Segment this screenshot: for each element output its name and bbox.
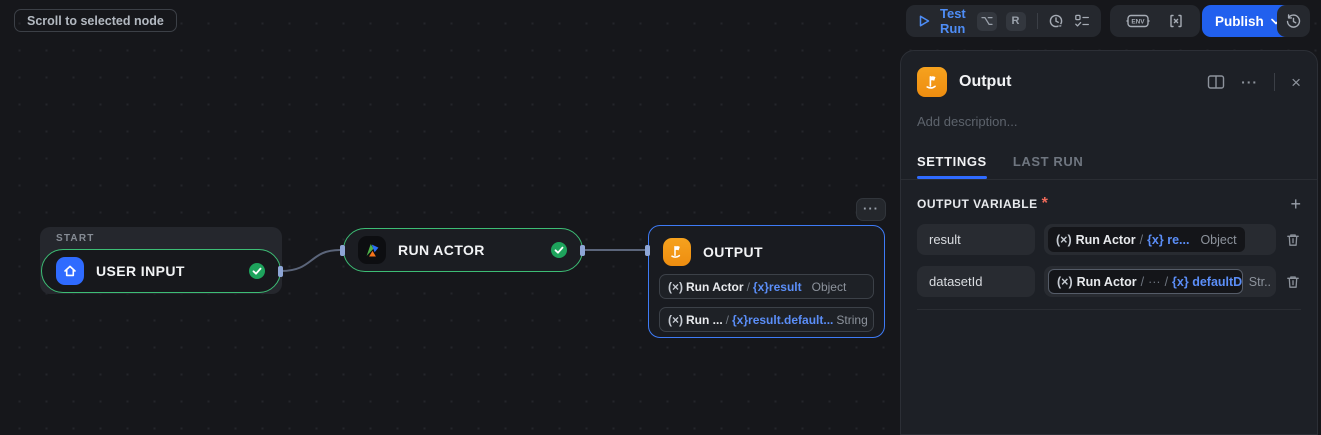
header-divider bbox=[1274, 73, 1276, 91]
output-handle-user-input[interactable] bbox=[278, 266, 283, 277]
split-view-icon[interactable] bbox=[1207, 74, 1225, 90]
variable-name-input[interactable]: result bbox=[917, 224, 1035, 255]
variable-row: result (×) Run Actor / {x} re... Object bbox=[917, 224, 1301, 255]
history-icon bbox=[1286, 13, 1301, 28]
finish-flag-icon bbox=[917, 67, 947, 97]
tab-settings[interactable]: SETTINGS bbox=[917, 154, 987, 179]
type-label: Object bbox=[1200, 232, 1237, 247]
section-title: OUTPUT VARIABLE bbox=[917, 197, 1038, 211]
path-separator: / bbox=[1139, 232, 1144, 247]
variable-token: {x}result bbox=[752, 279, 802, 294]
source-node-token: Run ... bbox=[686, 312, 723, 327]
required-marker: * bbox=[1041, 195, 1048, 212]
input-handle-run-actor[interactable] bbox=[340, 245, 345, 256]
start-group-label: START bbox=[56, 233, 95, 244]
variable-token: {x} re... bbox=[1147, 232, 1190, 247]
close-icon[interactable]: × bbox=[1291, 74, 1301, 91]
success-check-icon bbox=[550, 241, 568, 259]
trash-icon bbox=[1287, 233, 1299, 246]
node-user-input[interactable]: USER INPUT bbox=[41, 249, 281, 293]
version-history-button[interactable] bbox=[1277, 5, 1310, 37]
path-separator: / bbox=[746, 279, 750, 294]
variable-reference-chip[interactable]: (×) Run Actor / {x} re... Object bbox=[1048, 227, 1245, 252]
source-node-token: Run Actor bbox=[1075, 232, 1136, 247]
home-icon bbox=[56, 257, 84, 285]
publish-label: Publish bbox=[1215, 13, 1264, 29]
function-token: (×) bbox=[668, 279, 683, 294]
path-separator: / bbox=[1164, 274, 1169, 289]
type-label: String bbox=[836, 312, 868, 327]
panel-more-options-button[interactable]: ··· bbox=[1241, 74, 1258, 90]
variable-token: {x}result.default... bbox=[732, 312, 834, 327]
node-label: RUN ACTOR bbox=[398, 242, 485, 258]
r-key-badge: R bbox=[1005, 11, 1026, 31]
path-separator: / bbox=[1140, 274, 1145, 289]
source-node-token: Run Actor bbox=[686, 279, 744, 294]
brackets-x-icon[interactable] bbox=[1168, 13, 1184, 29]
play-icon[interactable] bbox=[917, 14, 931, 28]
output-variable-section: OUTPUT VARIABLE * + result (×) Run Actor… bbox=[901, 180, 1317, 310]
variable-value-field[interactable]: (×) Run Actor / ··· / {x} defaultD... St… bbox=[1044, 266, 1276, 297]
node-label: USER INPUT bbox=[96, 263, 185, 279]
finish-flag-icon bbox=[663, 238, 691, 266]
run-checklist-icon[interactable] bbox=[1074, 13, 1090, 29]
function-token: (×) bbox=[1056, 232, 1072, 247]
variable-token: {x} defaultD... bbox=[1172, 274, 1243, 289]
function-token: (×) bbox=[1057, 274, 1073, 289]
variable-value-field[interactable]: (×) Run Actor / {x} re... Object bbox=[1044, 224, 1276, 255]
test-run-button[interactable]: Test Run bbox=[940, 6, 968, 36]
section-divider bbox=[917, 309, 1301, 310]
node-label: OUTPUT bbox=[703, 244, 763, 260]
start-node-group: START USER INPUT bbox=[40, 227, 282, 294]
node-run-actor[interactable]: RUN ACTOR bbox=[343, 228, 583, 272]
node-settings-panel: Output ··· × Add description... SETTINGS… bbox=[900, 50, 1318, 435]
type-label: Object bbox=[811, 279, 847, 294]
edge-connections bbox=[280, 249, 646, 272]
path-separator: / bbox=[725, 312, 730, 327]
variable-reference-chip[interactable]: (×) Run Actor / ··· / {x} defaultD... bbox=[1048, 269, 1243, 294]
type-label: Str... bbox=[1248, 274, 1272, 289]
env-badge-icon[interactable]: ENV bbox=[1126, 12, 1150, 30]
variable-row: datasetId (×) Run Actor / ··· / {x} defa… bbox=[917, 266, 1301, 297]
scroll-to-selected-node-button[interactable]: Scroll to selected node bbox=[14, 9, 177, 32]
input-handle-output[interactable] bbox=[645, 245, 650, 256]
node-output[interactable]: OUTPUT (×) Run Actor / {x}result Object … bbox=[648, 225, 885, 338]
collapsed-path-token: ··· bbox=[1148, 274, 1161, 289]
trash-icon bbox=[1287, 275, 1299, 288]
actor-logo-icon bbox=[358, 236, 386, 264]
delete-variable-button[interactable] bbox=[1285, 232, 1301, 248]
source-node-token: Run Actor bbox=[1076, 274, 1137, 289]
delete-variable-button[interactable] bbox=[1285, 274, 1301, 290]
output-handle-run-actor[interactable] bbox=[580, 245, 585, 256]
panel-title: Output bbox=[959, 73, 1012, 90]
test-run-toolbar-group: Test Run R bbox=[906, 5, 1101, 37]
toolbar-divider bbox=[1036, 13, 1037, 29]
function-token: (×) bbox=[668, 312, 683, 327]
output-mapping-chip[interactable]: (×) Run ... / {x}result.default... Strin… bbox=[659, 307, 874, 332]
scheduled-run-icon[interactable] bbox=[1048, 13, 1065, 30]
variable-name-input[interactable]: datasetId bbox=[917, 266, 1035, 297]
panel-header: Output ··· × bbox=[901, 51, 1317, 97]
success-check-icon bbox=[248, 262, 266, 280]
add-variable-button[interactable]: + bbox=[1290, 195, 1301, 213]
description-input[interactable]: Add description... bbox=[917, 114, 1301, 129]
panel-tabs: SETTINGS LAST RUN bbox=[917, 154, 1301, 179]
node-more-options-button[interactable]: ··· bbox=[856, 198, 886, 221]
option-key-badge bbox=[976, 11, 997, 31]
tab-last-run[interactable]: LAST RUN bbox=[1013, 154, 1084, 179]
variables-toolbar-group: ENV bbox=[1110, 5, 1200, 37]
output-mapping-chip[interactable]: (×) Run Actor / {x}result Object bbox=[659, 274, 874, 299]
svg-text:ENV: ENV bbox=[1131, 19, 1145, 26]
